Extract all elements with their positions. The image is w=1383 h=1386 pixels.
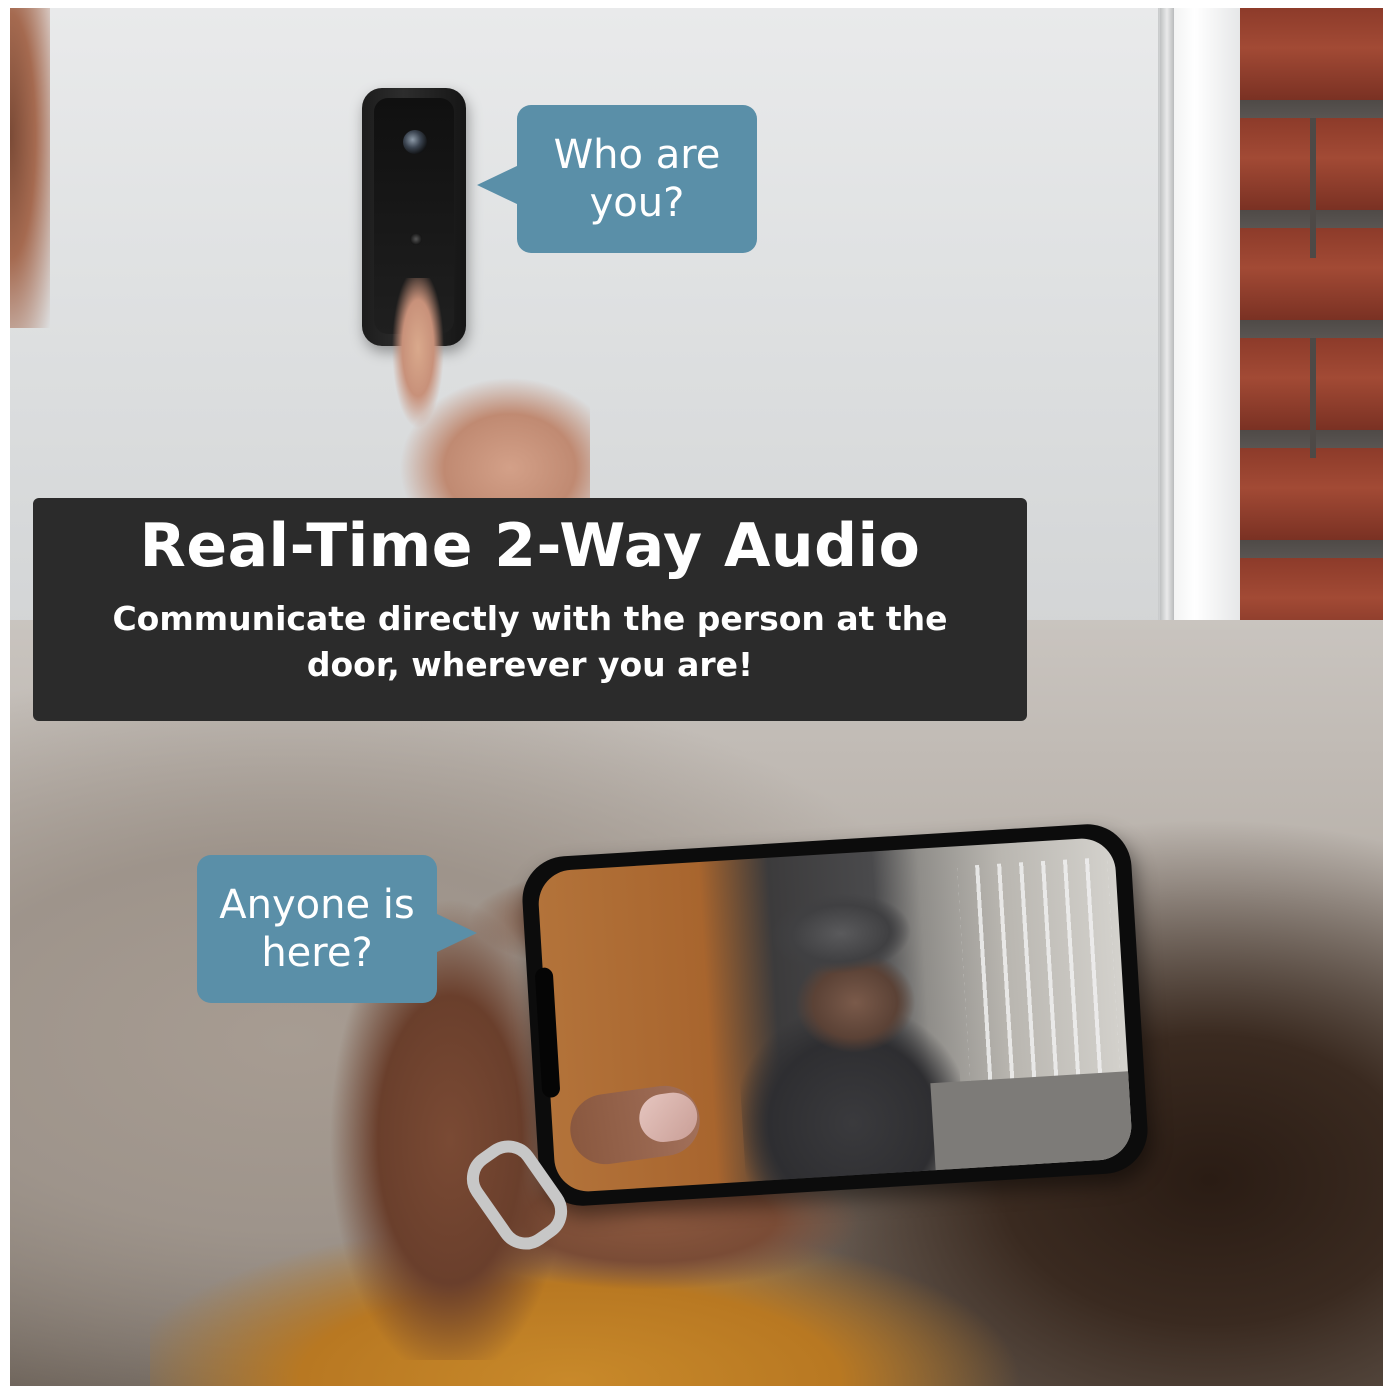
speech-bubble-bottom: Anyone is here? xyxy=(197,855,477,1003)
headline-title: Real-Time 2-Way Audio xyxy=(139,511,921,581)
brick-joint xyxy=(1310,118,1316,258)
speech-bubble-top: Who are you? xyxy=(477,105,757,253)
pressing-finger xyxy=(390,278,590,508)
visitor-on-screen xyxy=(728,886,967,1190)
porch-floor xyxy=(930,1071,1134,1174)
visitor-silhouette xyxy=(10,8,50,328)
thumbnail-nail xyxy=(636,1089,701,1146)
brick-wall xyxy=(1240,8,1383,628)
brick-joint xyxy=(1310,338,1316,458)
speech-bubble-bottom-text: Anyone is here? xyxy=(219,882,415,976)
phone-scene xyxy=(10,620,1383,1386)
porch-railing xyxy=(957,857,1121,1086)
camera-lens-icon xyxy=(403,130,427,154)
speech-bubble-top-text: Who are you? xyxy=(553,132,721,226)
product-image: Who are you? Anyone is here? Real-Time 2… xyxy=(0,0,1383,1386)
headline-panel: Real-Time 2-Way Audio Communicate direct… xyxy=(33,498,1027,721)
door-frame-edge xyxy=(1160,8,1174,628)
headline-subtitle: Communicate directly with the person at … xyxy=(112,599,948,684)
sensor-icon xyxy=(410,233,422,245)
